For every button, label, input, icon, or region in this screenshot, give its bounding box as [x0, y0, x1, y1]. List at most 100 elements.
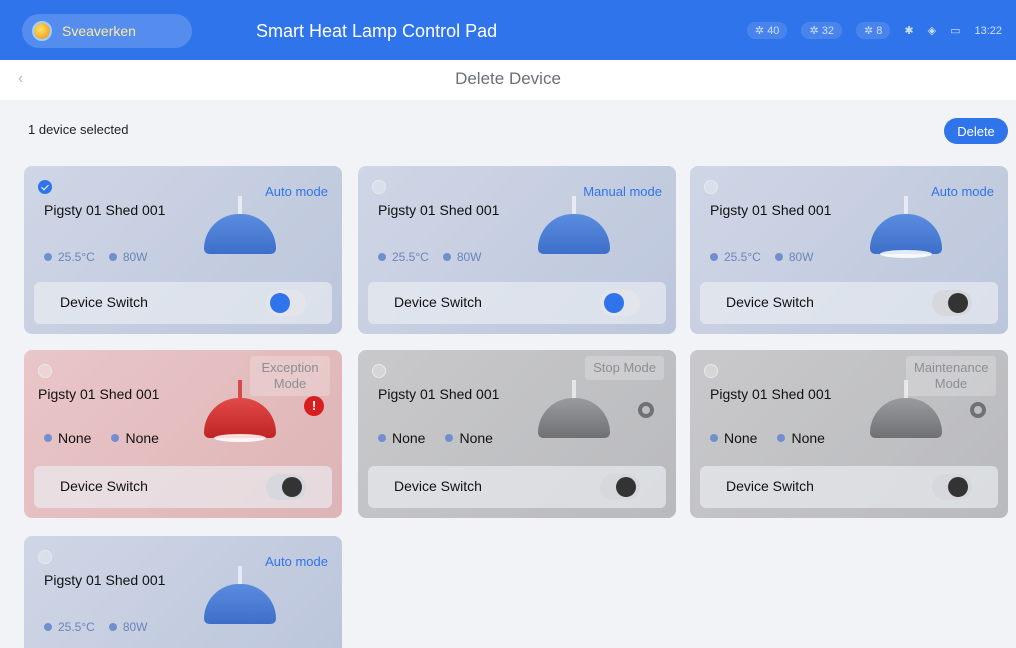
app-title: Smart Heat Lamp Control Pad [256, 21, 498, 41]
brand-badge: Sveaverken [22, 14, 192, 48]
temperature-value: 25.5°C [58, 620, 95, 634]
page-header: ‹ Delete Device [0, 60, 1016, 100]
app-top-bar: Sveaverken Smart Heat Lamp Control Pad ✲… [0, 0, 1016, 60]
thermometer-icon [710, 434, 718, 442]
device-card[interactable]: Pigsty 01 Shed 001 Auto mode 25.5°C 80W [24, 536, 342, 648]
wifi-icon: ◈ [927, 25, 937, 37]
device-name: Pigsty 01 Shed 001 [710, 386, 832, 402]
heat-lamp-icon [200, 196, 280, 260]
device-switch-toggle[interactable] [266, 290, 306, 316]
switch-label: Device Switch [394, 478, 482, 494]
device-switch-row: Device Switch [34, 282, 332, 324]
device-name: Pigsty 01 Shed 001 [710, 202, 832, 218]
bluetooth-icon: ✱ [904, 25, 914, 37]
power-icon [774, 253, 783, 261]
device-switch-row: Device Switch [700, 282, 998, 324]
battery-icon: ▭ [950, 25, 961, 37]
temperature-value: 25.5°C [58, 250, 95, 264]
heat-lamp-icon [534, 380, 614, 444]
device-name: Pigsty 01 Shed 001 [38, 386, 160, 402]
heat-lamp-icon [200, 566, 280, 630]
thermometer-icon [44, 434, 52, 442]
sun-icon: ✲ [809, 25, 822, 37]
thermometer-icon [710, 253, 718, 261]
temperature-value: None [724, 430, 758, 446]
selection-count: 1 device selected [28, 122, 129, 137]
power-icon [111, 434, 120, 442]
switch-label: Device Switch [60, 294, 148, 310]
temperature-value: 25.5°C [724, 250, 761, 264]
status-item: ✲ 8 [855, 22, 891, 39]
power-value: 80W [456, 250, 482, 264]
device-switch-toggle[interactable] [266, 474, 306, 500]
delete-button[interactable]: Delete [944, 118, 1008, 144]
device-mode: Exception Mode [250, 356, 330, 396]
select-checkbox[interactable] [372, 180, 386, 194]
device-card[interactable]: Pigsty 01 Shed 001 Exception Mode ! None… [24, 350, 342, 518]
gear-icon [970, 402, 986, 418]
power-value: 80W [122, 620, 148, 634]
device-switch-row: Device Switch [34, 466, 332, 508]
device-mode: Auto mode [265, 554, 328, 569]
device-switch-toggle[interactable] [932, 290, 972, 316]
device-mode: Maintenance Mode [906, 356, 996, 396]
status-bar: ✲ 40 ✲ 32 ✲ 8 ✱ ◈ ▭ 13:22 [746, 22, 1002, 39]
power-icon [442, 253, 451, 261]
temperature-value: None [58, 430, 92, 446]
device-name: Pigsty 01 Shed 001 [378, 202, 500, 218]
device-mode: Stop Mode [585, 356, 664, 380]
power-icon [445, 434, 454, 442]
device-card[interactable]: Pigsty 01 Shed 001 Maintenance Mode None… [690, 350, 1008, 518]
select-checkbox[interactable] [372, 364, 386, 378]
device-name: Pigsty 01 Shed 001 [378, 386, 500, 402]
switch-label: Device Switch [394, 294, 482, 310]
brand-name: Sveaverken [62, 23, 136, 39]
page-title: Delete Device [455, 69, 561, 88]
device-name: Pigsty 01 Shed 001 [44, 202, 166, 218]
power-value: None [125, 430, 159, 446]
power-value: None [459, 430, 493, 446]
switch-label: Device Switch [726, 478, 814, 494]
select-checkbox[interactable] [38, 364, 52, 378]
device-metrics: 25.5°C 80W [378, 250, 482, 264]
device-metrics: 25.5°C 80W [44, 250, 148, 264]
select-checkbox[interactable] [38, 550, 52, 564]
device-mode: Auto mode [931, 184, 994, 199]
device-card[interactable]: Pigsty 01 Shed 001 Auto mode 25.5°C 80W … [690, 166, 1008, 334]
clock: 13:22 [974, 24, 1002, 37]
device-card[interactable]: Pigsty 01 Shed 001 Stop Mode None None D… [358, 350, 676, 518]
select-checkbox[interactable] [38, 180, 52, 194]
thermometer-icon [378, 434, 386, 442]
sun-icon: ✲ [863, 25, 877, 37]
select-checkbox[interactable] [704, 180, 718, 194]
heat-lamp-icon [534, 196, 614, 260]
switch-label: Device Switch [726, 294, 814, 310]
device-switch-toggle[interactable] [600, 474, 640, 500]
alert-icon: ! [304, 396, 324, 416]
device-switch-toggle[interactable] [932, 474, 972, 500]
gear-icon [638, 402, 654, 418]
heat-lamp-icon [866, 196, 946, 260]
status-item: ✲ 40 [746, 22, 788, 39]
device-metrics: None None [378, 430, 493, 446]
device-mode: Manual mode [583, 184, 662, 199]
thermometer-icon [44, 623, 52, 631]
device-switch-toggle[interactable] [600, 290, 640, 316]
power-value: 80W [122, 250, 148, 264]
power-icon [777, 434, 786, 442]
device-mode: Auto mode [265, 184, 328, 199]
device-metrics: None None [710, 430, 825, 446]
temperature-value: 25.5°C [392, 250, 429, 264]
device-switch-row: Device Switch [368, 282, 666, 324]
device-switch-row: Device Switch [700, 466, 998, 508]
device-switch-row: Device Switch [368, 466, 666, 508]
select-checkbox[interactable] [704, 364, 718, 378]
status-item: ✲ 32 [801, 22, 842, 39]
device-card[interactable]: Pigsty 01 Shed 001 Auto mode 25.5°C 80W … [24, 166, 342, 334]
power-icon [108, 253, 117, 261]
device-name: Pigsty 01 Shed 001 [44, 572, 166, 588]
power-value: None [791, 430, 825, 446]
power-value: 80W [788, 250, 814, 264]
thermometer-icon [378, 253, 386, 261]
device-card[interactable]: Pigsty 01 Shed 001 Manual mode 25.5°C 80… [358, 166, 676, 334]
